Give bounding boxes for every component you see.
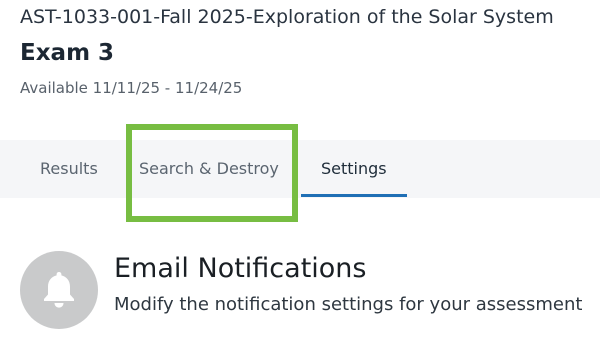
course-title: AST-1033-001-Fall 2025-Exploration of th… <box>20 6 554 28</box>
bell-icon <box>44 272 74 308</box>
availability-dates: Available 11/11/25 - 11/24/25 <box>20 79 243 97</box>
tab-search-and-destroy[interactable]: Search & Destroy <box>139 140 279 198</box>
email-notifications-heading: Email Notifications <box>114 253 367 284</box>
tab-settings[interactable]: Settings <box>321 140 387 198</box>
email-notifications-description: Modify the notification settings for you… <box>114 294 583 315</box>
active-tab-indicator <box>301 194 407 197</box>
notification-icon-circle <box>20 251 98 329</box>
tab-bar: Results Search & Destroy Settings <box>0 140 600 198</box>
exam-title: Exam 3 <box>20 40 115 66</box>
tab-results[interactable]: Results <box>40 140 98 198</box>
